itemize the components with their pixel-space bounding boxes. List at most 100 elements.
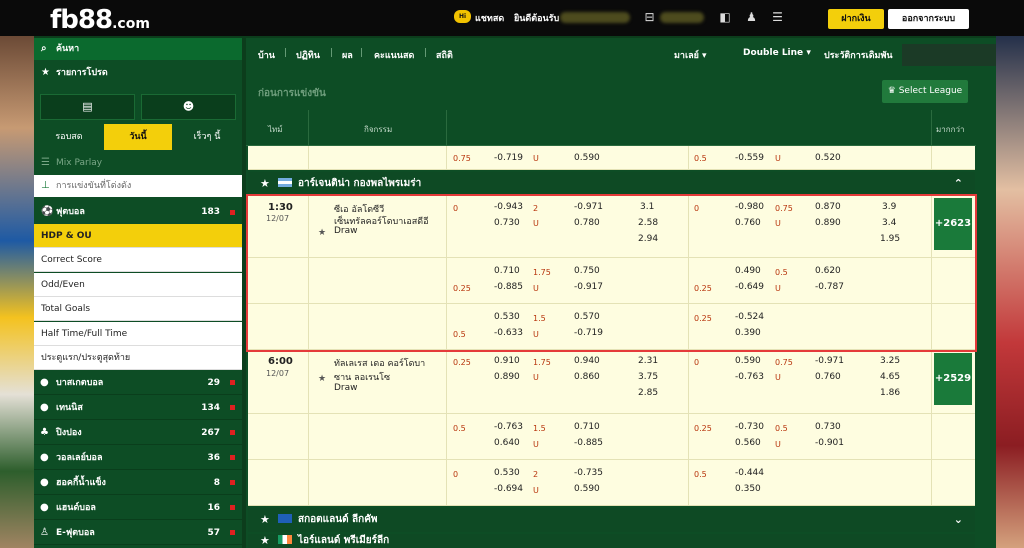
odds-format-select[interactable]: มาเลย์ ▾ [674,48,707,62]
odds-1x2[interactable]: 1.95 [880,234,900,244]
odds-value[interactable]: -0.719 [574,328,603,338]
odds-value[interactable]: -0.980 [735,202,764,212]
odds-value[interactable]: -0.787 [815,282,844,292]
odds-value[interactable]: 0.590 [574,484,600,494]
odds-value[interactable]: 0.590 [735,356,761,366]
odds-value[interactable]: -0.885 [494,282,523,292]
sidebar-item-tennis[interactable]: ● เทนนิส 134 [34,396,242,420]
odds-value[interactable]: 0.560 [735,438,761,448]
odds-1x2[interactable]: 3.25 [880,356,900,366]
star-icon[interactable]: ★ [318,228,326,238]
deposit-button[interactable]: ฝากเงิน [828,9,884,29]
odds-value[interactable]: -0.971 [574,202,603,212]
live-chat-link[interactable]: แชทสด [475,11,504,25]
odds-value[interactable]: 0.710 [574,422,600,432]
sidebar-item-handball[interactable]: ● แฮนด์บอล 16 [34,496,242,520]
odds-value[interactable]: 0.530 [494,312,520,322]
star-icon[interactable]: ★ [260,172,270,196]
odds-value[interactable]: -0.444 [735,468,764,478]
odds-value[interactable]: 0.890 [494,372,520,382]
odds-value[interactable]: 0.520 [815,153,841,163]
odds-value[interactable]: 0.890 [815,218,841,228]
odds-value[interactable]: 0.780 [574,218,600,228]
odds-value[interactable]: -0.763 [494,422,523,432]
odds-value[interactable]: 0.860 [574,372,600,382]
odds-value[interactable]: 0.870 [815,202,841,212]
sidebar-search[interactable]: ⌕ ค้นหา [34,38,242,60]
sidebar-item-volleyball[interactable]: ● วอลเลย์บอล 36 [34,446,242,470]
sidebar-item-e-soccer[interactable]: ♙ E-ฟุตบอล 57 [34,521,242,545]
nav-live-score[interactable]: คะแนนสด [374,48,414,62]
balance-icon[interactable]: ⊟ [642,10,657,25]
chevron-up-icon[interactable]: ⌃ [954,172,963,196]
bet-type-odd-even[interactable]: Odd/Even [34,273,242,297]
odds-value[interactable]: 0.570 [574,312,600,322]
select-league-button[interactable]: ♛ Select League [882,80,968,103]
logout-button[interactable]: ออกจากระบบ [888,9,969,29]
message-view-button[interactable]: ▤ [40,94,135,120]
odds-value[interactable]: -0.649 [735,282,764,292]
odds-value[interactable]: -0.633 [494,328,523,338]
odds-value[interactable]: -0.901 [815,438,844,448]
odds-value[interactable]: -0.917 [574,282,603,292]
tab-live[interactable]: รอบสด [34,124,104,150]
odds-value[interactable]: -0.971 [815,356,844,366]
bet-type-correct-score[interactable]: Correct Score [34,248,242,272]
odds-value[interactable]: 0.590 [574,153,600,163]
odds-1x2[interactable]: 3.75 [638,372,658,382]
odds-value[interactable]: 0.350 [735,484,761,494]
odds-1x2[interactable]: 3.9 [882,202,896,212]
chevron-down-icon[interactable]: ⌄ [954,508,963,532]
mascot-view-button[interactable]: ☻ [141,94,236,120]
bet-history-link[interactable]: ประวัติการเดิมพัน [824,48,893,62]
line-mode-select[interactable]: Double Line ▾ [743,48,811,58]
odds-value[interactable]: -0.763 [735,372,764,382]
sidebar-popular[interactable]: ⊥ การแข่งขันที่โด่งดัง [34,175,242,197]
odds-value[interactable]: -0.559 [735,153,764,163]
odds-1x2[interactable]: 2.31 [638,356,658,366]
odds-1x2[interactable]: 2.85 [638,388,658,398]
odds-value[interactable]: -0.730 [735,422,764,432]
odds-value[interactable]: 0.620 [815,266,841,276]
sidebar-item-soccer[interactable]: ⚽ ฟุตบอล 183 [34,201,242,223]
odds-1x2[interactable]: 1.86 [880,388,900,398]
sidebar-item-table-tennis[interactable]: ♣ ปิงปอง 267 [34,421,242,445]
odds-value[interactable]: 0.760 [815,372,841,382]
sidebar-item-basketball[interactable]: ● บาสเกตบอล 29 [34,371,242,395]
odds-value[interactable]: -0.735 [574,468,603,478]
four-d-icon[interactable]: ◧ [714,10,736,25]
odds-value[interactable]: 0.390 [735,328,761,338]
odds-1x2[interactable]: 3.4 [882,218,896,228]
odds-value[interactable]: -0.885 [574,438,603,448]
league-header[interactable]: ★ ไอร์แลนด์ พรีเมียร์ลีก [248,534,975,548]
star-icon[interactable]: ★ [260,534,270,548]
chat-icon[interactable]: Hi [454,10,471,23]
odds-value[interactable]: -0.524 [735,312,764,322]
odds-value[interactable]: 0.710 [494,266,520,276]
more-bets-button[interactable]: +2623 [934,198,972,250]
odds-value[interactable]: 0.490 [735,266,761,276]
league-header[interactable]: ★ สกอตแลนด์ ลีกคัพ ⌄ [248,508,975,532]
nav-calendar[interactable]: ปฏิทิน [296,48,320,62]
tab-upcoming[interactable]: เร็วๆ นี้ [172,124,242,150]
bet-type-total-goals[interactable]: Total Goals [34,297,242,321]
odds-1x2[interactable]: 2.58 [638,218,658,228]
odds-1x2[interactable]: 2.94 [638,234,658,244]
star-icon[interactable]: ★ [318,374,326,384]
odds-value[interactable]: -0.694 [494,484,523,494]
odds-value[interactable]: 0.640 [494,438,520,448]
league-header[interactable]: ★ อาร์เจนติน่า กองพลไพรเมร่า ⌃ [248,172,975,196]
list-icon[interactable]: ☰ [770,10,785,25]
odds-value[interactable]: 0.910 [494,356,520,366]
sidebar-favorites[interactable]: ★ รายการโปรด [34,62,242,84]
sidebar-item-ice-hockey[interactable]: ● ฮอคกี้น้ำแข็ง 8 [34,471,242,495]
odds-value[interactable]: 0.530 [494,468,520,478]
odds-value[interactable]: 0.760 [735,218,761,228]
more-bets-button[interactable]: +2529 [934,353,972,405]
user-icon[interactable]: ♟ [744,10,759,25]
tab-today[interactable]: วันนี้ [104,124,172,150]
odds-value[interactable]: 0.730 [494,218,520,228]
logo[interactable]: fb88.com [50,5,150,35]
bet-type-ht-ft[interactable]: Half Time/Full Time [34,322,242,346]
nav-results[interactable]: ผล [342,48,353,62]
